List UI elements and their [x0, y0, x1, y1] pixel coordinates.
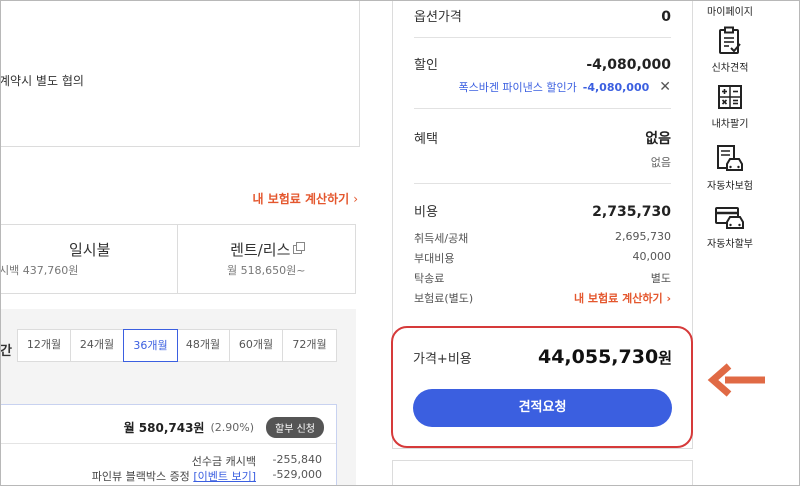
term-label: 간: [0, 344, 12, 359]
pay-card-lump-sum[interactable]: 일시불 시백 437,760원: [0, 225, 177, 293]
blackbox-label-text: 파인뷰 블랙박스 증정: [91, 470, 190, 483]
term-tab-72[interactable]: 72개월: [283, 330, 336, 361]
cost-item-insurance: 보험료(별도) 내 보험료 계산하기 ›: [414, 290, 671, 306]
divider: [0, 443, 336, 444]
option-price-value: 0: [661, 9, 671, 25]
sidebar-item-sell-car[interactable]: 내차팔기: [700, 84, 760, 130]
clipboard-check-icon: [719, 26, 741, 54]
total-amount: 44,055,730: [537, 346, 659, 368]
term-tab-60[interactable]: 60개월: [230, 330, 283, 361]
cost-item-label: 부대비용: [414, 252, 455, 265]
insurance-calc-link-label: 내 보험료 계산하기: [252, 192, 350, 206]
pay-card-rent-lease[interactable]: 렌트/리스 월 518,650원~: [176, 225, 356, 293]
cost-item-label: 취득세/공채: [414, 232, 469, 245]
calculator-icon: [718, 85, 742, 109]
divider: [414, 108, 671, 109]
benefit-label: 혜택: [414, 132, 438, 147]
discount-detail-label: 폭스바겐 파이낸스 할인가: [458, 81, 577, 94]
cost-item-tax: 취득세/공채 2,695,730: [414, 230, 671, 246]
discount-label: 할인: [414, 58, 438, 73]
lower-panel: [392, 460, 693, 486]
blackbox-value: -529,000: [272, 468, 322, 481]
arrow-left-icon: [707, 363, 765, 397]
cashback-label: 선수금 캐시백: [191, 455, 256, 468]
left-content: 계약시 별도 협의 내 보험료 계산하기 › 일시불 시백 437,760원 렌트…: [0, 0, 372, 486]
close-icon[interactable]: ✕: [659, 79, 671, 95]
cost-item-value: 별도: [650, 272, 671, 285]
total-highlight-box: 가격+비용 44,055,730원 견적요청: [391, 326, 693, 448]
quick-menu-sidebar: 마이페이지 신차견적 내차팔기 자동차보험 자동차할부: [700, 0, 760, 486]
cost-label: 비용: [414, 205, 438, 220]
total-value: 44,055,730원: [538, 346, 672, 368]
cashback-value: -255,840: [272, 453, 322, 466]
total-unit: 원: [658, 349, 672, 367]
insurance-calc-link-summary[interactable]: 내 보험료 계산하기 ›: [574, 290, 671, 306]
payment-type-cards: 일시불 시백 437,760원 렌트/리스 월 518,650원~: [0, 224, 356, 294]
term-tabs: 12개월 24개월 36개월 48개월 60개월 72개월: [17, 329, 337, 362]
copy-icon: [293, 242, 306, 254]
discount-value: -4,080,000: [586, 57, 671, 73]
cashback-row: 선수금 캐시백 -255,840: [192, 453, 322, 469]
insurance-calc-link-summary-label: 내 보험료 계산하기: [573, 292, 663, 305]
sidebar-item-label: 자동차보험: [707, 181, 753, 192]
cost-value: 2,735,730: [592, 204, 671, 220]
contract-note-text: 계약시 별도 협의: [0, 74, 84, 88]
pay-card-sub: 월 518,650원~: [227, 264, 306, 277]
total-label: 가격+비용: [413, 352, 472, 367]
term-tab-36[interactable]: 36개월: [123, 329, 178, 362]
blackbox-row: 파인뷰 블랙박스 증정 [이벤트 보기] -529,000: [92, 468, 322, 484]
sidebar-item-label: 신차견적: [711, 63, 749, 74]
chevron-right-icon: ›: [666, 292, 671, 305]
cost-row: 비용 2,735,730: [414, 201, 671, 220]
sidebar-item-label: 내차팔기: [711, 119, 749, 130]
sidebar-item-new-car-quote[interactable]: 신차견적: [700, 26, 760, 74]
cost-item-label: 보험료(별도): [414, 292, 474, 305]
pay-card-sub: 시백 437,760원: [0, 264, 79, 277]
sidebar-item-car-installment[interactable]: 자동차할부: [700, 206, 760, 250]
sidebar-item-car-insurance[interactable]: 자동차보험: [700, 144, 760, 192]
event-link[interactable]: [이벤트 보기]: [193, 470, 256, 483]
total-row: 가격+비용 44,055,730원: [413, 346, 672, 368]
car-card-icon: [715, 207, 744, 229]
term-tab-48[interactable]: 48개월: [177, 330, 230, 361]
monthly-amount: 월 580,743원: [123, 421, 205, 435]
cost-item-extra: 부대비용 40,000: [414, 250, 671, 266]
monthly-rate: (2.90%): [210, 421, 255, 434]
discount-detail: 폭스바겐 파이낸스 할인가 -4,080,000 ✕: [458, 79, 671, 95]
option-price-label: 옵션가격: [414, 10, 462, 25]
benefit-value: 없음: [645, 131, 671, 147]
discount-detail-value: -4,080,000: [582, 80, 650, 94]
cost-item-delivery: 탁송료 별도: [414, 270, 671, 286]
contract-note-box: 계약시 별도 협의: [0, 0, 360, 147]
installment-apply-button[interactable]: 할부 신청: [266, 417, 324, 438]
pay-card-title: 렌트/리스: [178, 239, 356, 260]
monthly-payment-box: 월 580,743원 (2.90%) 할부 신청 선수금 캐시백 -255,84…: [0, 404, 337, 486]
sidebar-item-label: 자동차할부: [707, 239, 753, 250]
option-price-row: 옵션가격 0: [414, 6, 671, 25]
term-tab-12[interactable]: 12개월: [18, 330, 71, 361]
cost-item-label: 탁송료: [414, 272, 445, 285]
pay-card-title-text: 렌트/리스: [230, 241, 291, 259]
divider: [414, 183, 671, 184]
pay-card-title: 일시불: [69, 241, 111, 259]
monthly-payment-row: 월 580,743원 (2.90%) 할부 신청: [124, 417, 324, 438]
car-document-icon: [717, 145, 743, 171]
cost-item-value: 40,000: [632, 250, 672, 263]
sidebar-item-label: 마이페이지: [707, 7, 753, 18]
benefit-row: 혜택 없음: [414, 128, 671, 148]
discount-row: 할인 -4,080,000: [414, 54, 671, 73]
insurance-calc-link[interactable]: 내 보험료 계산하기 ›: [253, 190, 359, 207]
quote-request-button[interactable]: 견적요청: [413, 389, 672, 427]
chevron-right-icon: ›: [353, 192, 358, 206]
term-tab-24[interactable]: 24개월: [71, 330, 124, 361]
cost-item-value: 2,695,730: [615, 230, 671, 243]
sidebar-item-mypage[interactable]: 마이페이지: [700, 0, 760, 18]
blackbox-label: 파인뷰 블랙박스 증정 [이벤트 보기]: [92, 468, 256, 484]
benefit-sub: 없음: [650, 156, 671, 169]
divider: [414, 37, 671, 38]
